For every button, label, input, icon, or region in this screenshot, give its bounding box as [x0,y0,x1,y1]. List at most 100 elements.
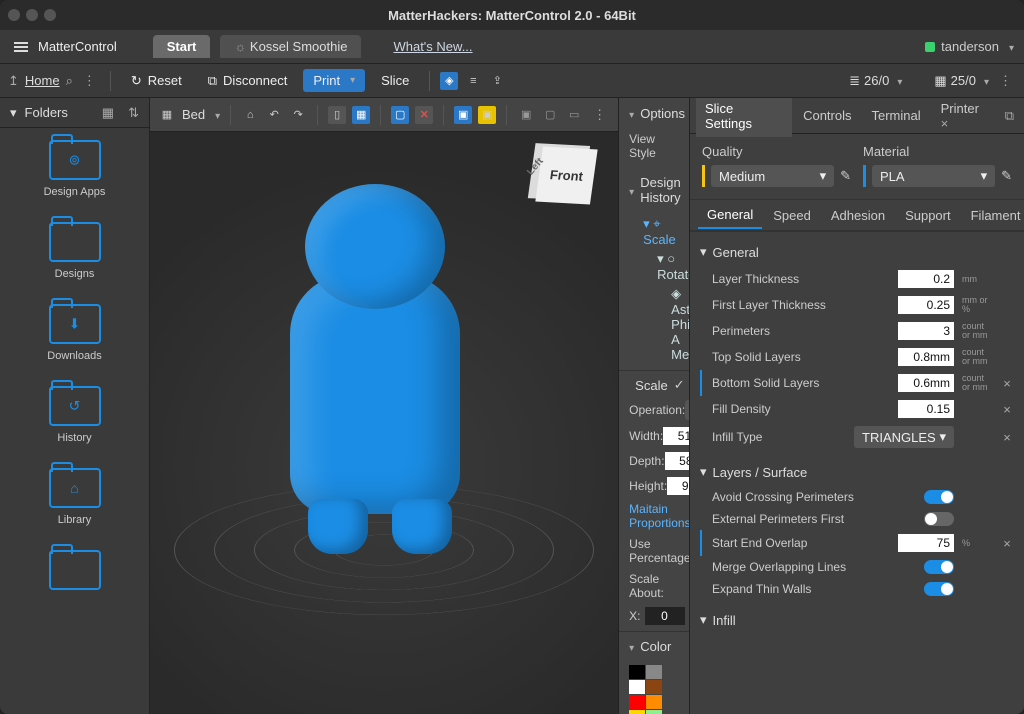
hamburger-icon[interactable] [10,38,32,56]
reset-button[interactable]: ↻ Reset [121,69,192,93]
group-general[interactable]: ▾General [700,238,1014,266]
reset-icon[interactable]: × [1000,402,1014,417]
reset-icon[interactable]: × [1000,430,1014,445]
right-overflow-icon[interactable]: ⋮ [995,73,1016,89]
height-input[interactable] [667,477,690,495]
undo-icon[interactable]: ↶ [265,106,283,124]
quality-edit-icon[interactable]: ✎ [840,168,851,184]
right-counter[interactable]: ▦ 25/0 [934,73,989,89]
tree-rotate[interactable]: ▾ ○ Rotate [643,249,689,284]
left-counter[interactable]: ≣ 26/0 [849,73,902,89]
setting-input[interactable] [898,270,954,288]
sidebar-item-downloads[interactable]: ⬇Downloads [0,292,149,374]
home-icon[interactable]: ⌂ [241,106,259,124]
setting-input[interactable] [898,374,954,392]
subtab-adhesion[interactable]: Adhesion [822,203,894,228]
grid-icon[interactable]: ▦ [102,105,114,121]
style-wire-icon[interactable] [661,140,674,153]
group-icon[interactable]: ▣ [517,106,535,124]
sidebar-item-design-apps[interactable]: ⊚Design Apps [0,128,149,210]
view3d-icon[interactable]: ◈ [440,72,458,90]
tab-start[interactable]: Start [153,35,211,58]
width-input[interactable] [663,427,690,445]
window-close-button[interactable] [8,9,20,21]
style-material-icon[interactable] [673,140,686,153]
setting-toggle[interactable] [924,490,954,504]
subtab-filament[interactable]: Filament [962,203,1024,228]
setting-input[interactable] [898,400,954,418]
design-history-header[interactable]: Design History [619,168,689,212]
bed-overflow-icon[interactable]: ⋮ [589,107,610,123]
search-icon[interactable]: ⌕ [66,73,73,89]
bed-menu[interactable]: ▦ [158,106,176,124]
color-swatch[interactable] [629,710,645,714]
sidebar-item-library[interactable]: ⌂Library [0,456,149,538]
sort-icon[interactable]: ⇅ [128,105,139,121]
material-select[interactable]: PLA▾ [872,165,995,187]
overflow-icon[interactable]: ⋮ [79,73,100,89]
scale-x-input[interactable] [645,607,685,625]
sidebar-item-extra[interactable] [0,538,149,602]
slice-button[interactable]: Slice [371,69,419,92]
arrange-icon[interactable]: ▢ [391,106,409,124]
viewport-3d[interactable]: ▦ Bed ⌂ ↶ ↷ ▯ ▦ ▢ ✕ ▣ ▣ ▣ ▢ ▭ ⋮ [150,98,619,714]
setting-select[interactable]: TRIANGLES▾ [854,426,954,448]
setting-input[interactable] [898,534,954,552]
material-edit-icon[interactable]: ✎ [1001,168,1012,184]
depth-input[interactable] [665,452,690,470]
layout-a-icon[interactable]: ▯ [328,106,346,124]
options-header[interactable]: Options ▦ ⧉ [619,98,689,128]
up-icon[interactable]: ↥ [8,73,19,89]
setting-input[interactable] [898,322,954,340]
setting-input[interactable] [898,296,954,314]
window-min-button[interactable] [26,9,38,21]
model-astronaut[interactable] [290,274,460,514]
tab-slice-settings[interactable]: Slice Settings [696,98,792,137]
ungroup-icon[interactable]: ▢ [541,106,559,124]
navigation-cube[interactable]: Front Left [536,147,598,205]
window-max-button[interactable] [44,9,56,21]
whats-new-link[interactable]: What's New... [393,39,472,54]
color-swatch[interactable] [629,665,645,679]
tab-controls[interactable]: Controls [794,102,860,129]
color-header[interactable]: Color [619,631,689,661]
sidebar-item-designs[interactable]: Designs [0,210,149,292]
tree-scale[interactable]: ▾ ⌖ Scale [643,214,689,249]
redo-icon[interactable]: ↷ [289,106,307,124]
setting-input[interactable] [898,348,954,366]
tree-object[interactable]: ◈ Astronaut Phil A Me [643,284,689,364]
style-outline-icon[interactable] [667,140,680,153]
slice-overflow-icon[interactable]: ⧉ [1001,108,1018,124]
tab-printer[interactable]: ☼ Kossel Smoothie [220,35,361,58]
layers-icon[interactable]: ≡ [464,72,482,90]
home-link[interactable]: Home [25,73,60,88]
scale-header[interactable]: Scale ✓✕⋮ [629,377,679,393]
tool-b-icon[interactable]: ▣ [478,106,496,124]
group-layers[interactable]: ▾Layers / Surface [700,458,1014,486]
reset-icon[interactable]: × [1000,536,1014,551]
setting-toggle[interactable] [924,560,954,574]
color-swatch[interactable] [646,710,662,714]
color-swatch[interactable] [646,695,662,709]
sidebar-item-history[interactable]: ↺History [0,374,149,456]
export-icon[interactable]: ⇪ [488,72,506,90]
apply-icon[interactable]: ✓ [674,377,685,393]
color-swatch[interactable] [629,680,645,694]
subtab-support[interactable]: Support [896,203,960,228]
align-icon[interactable]: ▭ [565,106,583,124]
color-swatch[interactable] [646,680,662,694]
user-menu[interactable]: tanderson [925,39,1014,54]
folders-header[interactable]: ▾ Folders ▦ ⇅ [0,98,149,128]
subtab-speed[interactable]: Speed [764,203,820,228]
setting-toggle[interactable] [924,512,954,526]
subtab-general[interactable]: General [698,202,762,229]
tab-printer-settings[interactable]: Printer [932,98,999,137]
color-swatch[interactable] [629,695,645,709]
group-infill[interactable]: ▾Infill [700,606,1014,634]
tool-a-icon[interactable]: ▣ [454,106,472,124]
print-button[interactable]: Print [303,69,365,92]
layout-grid-icon[interactable]: ▦ [352,106,370,124]
style-solid-icon[interactable] [655,140,668,153]
color-swatch[interactable] [646,665,662,679]
delete-icon[interactable]: ✕ [415,106,433,124]
